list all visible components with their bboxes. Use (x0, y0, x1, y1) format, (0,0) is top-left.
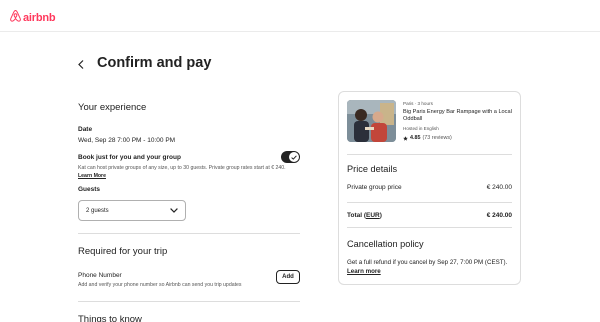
book-private-label: Book just for you and your group (78, 154, 181, 161)
card-divider (347, 202, 512, 203)
chevron-down-icon (170, 208, 178, 213)
total-value: € 240.00 (486, 212, 512, 219)
price-details-heading: Price details (347, 164, 398, 174)
section-divider (78, 301, 300, 302)
price-row: Private group price € 240.00 (347, 184, 512, 191)
currency-link[interactable]: EUR (366, 212, 380, 219)
add-phone-button[interactable]: Add (276, 270, 300, 284)
page-title: Confirm and pay (97, 55, 212, 71)
section-divider (78, 233, 300, 234)
phone-number-description: Add and verify your phone number so Airb… (78, 282, 242, 288)
total-label: Total (EUR) (347, 212, 382, 219)
listing-thumbnail (347, 100, 396, 142)
cancellation-learn-more-link[interactable]: Learn more (347, 268, 381, 275)
star-icon (403, 135, 408, 141)
price-item-value: € 240.00 (486, 184, 512, 191)
listing-rating: 4.85 (73 reviews) (403, 135, 452, 141)
required-trip-heading: Required for your trip (78, 246, 168, 257)
airbnb-logo[interactable]: airbnb (10, 9, 56, 27)
learn-more-link[interactable]: Learn More (78, 173, 106, 179)
phone-number-label: Phone Number (78, 272, 122, 279)
book-private-desc-text: Kat can host private groups of any size,… (78, 165, 286, 171)
price-item-label: Private group price (347, 184, 402, 191)
your-experience-heading: Your experience (78, 102, 147, 113)
chevron-left-icon (78, 59, 84, 69)
book-private-toggle[interactable] (281, 151, 300, 163)
card-divider (347, 227, 512, 228)
review-count: (73 reviews) (422, 135, 452, 141)
cancellation-description: Get a full refund if you cancel by Sep 2… (347, 259, 508, 266)
date-label: Date (78, 126, 93, 133)
listing-subtitle: Paris · 3 hours (403, 101, 433, 106)
book-private-description: Kat can host private groups of any size,… (78, 165, 293, 180)
things-to-know-heading: Things to know (78, 314, 142, 322)
card-divider (347, 154, 512, 155)
cancellation-policy-heading: Cancellation policy (347, 239, 424, 249)
toggle-knob (289, 152, 299, 162)
date-value: Wed, Sep 28 7:00 PM - 10:00 PM (78, 137, 176, 144)
airbnb-wordmark: airbnb (23, 12, 56, 24)
listing-title: Big Paris Energy Bar Rampage with a Loca… (403, 109, 512, 123)
guests-value: 2 guests (86, 207, 109, 214)
guests-label: Guests (78, 186, 101, 193)
guests-dropdown[interactable]: 2 guests (78, 200, 186, 221)
back-button[interactable] (74, 57, 88, 71)
total-row: Total (EUR) € 240.00 (347, 212, 512, 219)
rating-value: 4.85 (410, 135, 421, 141)
listing-language: Hosted in English (403, 126, 439, 131)
top-header: airbnb (0, 0, 600, 32)
check-icon (291, 154, 297, 160)
cancellation-text: Get a full refund if you cancel by Sep 2… (347, 259, 517, 276)
airbnb-logo-icon (10, 9, 21, 27)
